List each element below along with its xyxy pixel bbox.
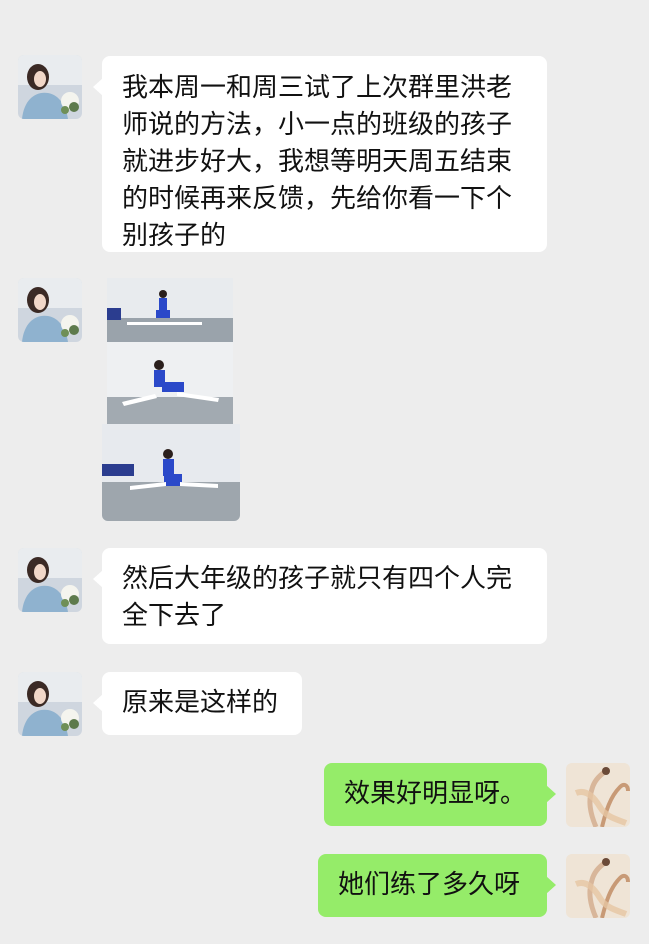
message-text-line: 然后大年级的孩子就只有四个人完: [122, 564, 513, 594]
self-avatar[interactable]: [566, 763, 630, 827]
incoming-message-bubble[interactable]: 然后大年级的孩子就只有四个人完 全下去了: [93, 548, 547, 644]
photo-thumbnail[interactable]: [107, 342, 233, 424]
message-text-line: 别孩子的: [122, 221, 227, 251]
contact-avatar[interactable]: [18, 548, 82, 612]
photo-collage[interactable]: [102, 278, 240, 521]
incoming-message-bubble[interactable]: 我本周一和周三试了上次群里洪老 师说的方法，小一点的班级的孩子 就进步好大，我想…: [93, 56, 547, 252]
self-avatar[interactable]: [566, 854, 630, 918]
contact-avatar[interactable]: [18, 278, 82, 342]
message-text-line: 师说的方法，小一点的班级的孩子: [122, 110, 513, 140]
incoming-message-bubble[interactable]: 原来是这样的: [93, 672, 302, 735]
photo-thumbnail[interactable]: [102, 424, 240, 521]
outgoing-message-bubble[interactable]: 她们练了多久呀: [318, 854, 556, 917]
message-text-line: 原来是这样的: [122, 688, 279, 718]
outgoing-message-bubble[interactable]: 效果好明显呀。: [324, 763, 556, 826]
message-text-line: 我本周一和周三试了上次群里洪老: [122, 73, 513, 103]
message-text-line: 她们练了多久呀: [338, 870, 521, 900]
photo-thumbnail[interactable]: [107, 278, 233, 342]
message-text-line: 的时候再来反馈，先给你看一下个: [122, 184, 513, 214]
contact-avatar[interactable]: [18, 672, 82, 736]
message-text-line: 全下去了: [122, 601, 227, 631]
message-text-line: 就进步好大，我想等明天周五结束: [122, 147, 513, 177]
message-text-line: 效果好明显呀。: [344, 779, 527, 809]
chat-message-list[interactable]: 我本周一和周三试了上次群里洪老 师说的方法，小一点的班级的孩子 就进步好大，我想…: [0, 0, 649, 944]
contact-avatar[interactable]: [18, 55, 82, 119]
